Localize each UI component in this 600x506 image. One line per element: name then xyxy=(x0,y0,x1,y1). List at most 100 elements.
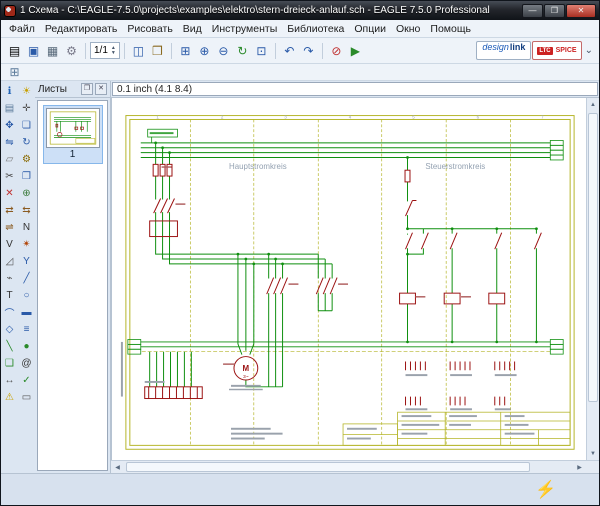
zoom-in-icon[interactable]: ⊕ xyxy=(195,41,214,60)
sheet-selector-spinner[interactable]: ▲ ▼ xyxy=(111,46,116,56)
wire-lines xyxy=(141,143,551,387)
stop-icon[interactable]: ⊘ xyxy=(327,41,346,60)
save-icon[interactable]: ▣ xyxy=(24,41,43,60)
circle-icon[interactable]: ○ xyxy=(19,288,35,303)
panel-close-icon[interactable]: ✕ xyxy=(95,83,107,95)
vertical-scroll-thumb[interactable] xyxy=(588,113,598,402)
menu-library[interactable]: Библиотека xyxy=(282,22,349,36)
menu-tools[interactable]: Инструменты xyxy=(207,22,282,36)
coordinate-display: 0.1 inch (4.1 8.4) xyxy=(117,84,192,95)
maximize-button[interactable]: ❐ xyxy=(544,4,565,18)
zoom-redraw-icon[interactable]: ↻ xyxy=(233,41,252,60)
grid-dividers xyxy=(142,119,551,445)
vertical-scroll-track[interactable] xyxy=(587,111,599,447)
miter-icon[interactable]: ◿ xyxy=(2,254,18,269)
horizontal-scroll-track[interactable] xyxy=(124,461,573,473)
show-icon[interactable]: ☀ xyxy=(19,84,35,99)
status-bar: ⚡ xyxy=(1,473,599,505)
polygon-icon[interactable]: ◇ xyxy=(2,322,18,337)
eagle-window: 1 Схема - C:\EAGLE-7.5.0\projects\exampl… xyxy=(0,0,600,506)
smash-icon[interactable]: ✴ xyxy=(19,237,35,252)
toolbar-overflow-icon[interactable]: ⌄ xyxy=(583,45,595,56)
group-icon[interactable]: ▱ xyxy=(2,152,18,167)
vertical-scrollbar[interactable]: ▲ ▼ xyxy=(586,98,599,460)
menu-draw[interactable]: Рисовать xyxy=(122,22,177,36)
horizontal-scrollbar[interactable]: ◀ ▶ xyxy=(111,460,599,473)
info-icon[interactable]: ℹ xyxy=(2,84,18,99)
menu-edit[interactable]: Редактировать xyxy=(40,22,123,36)
sheet-selector[interactable]: 1/1 ▲ ▼ xyxy=(90,42,120,59)
mark-icon[interactable]: ✛ xyxy=(19,101,35,116)
control-circuit-label: Steuerstromkreis xyxy=(425,162,485,171)
print-icon[interactable]: ▦ xyxy=(43,41,62,60)
scroll-up-icon[interactable]: ▲ xyxy=(587,98,599,111)
grid-icon[interactable]: ⊞ xyxy=(5,63,24,82)
title-block xyxy=(343,412,570,445)
sheets-panel-header: Листы ❐ ✕ xyxy=(35,81,110,98)
run-icon[interactable]: ▶ xyxy=(346,41,365,60)
mirror-icon[interactable]: ⇋ xyxy=(2,135,18,150)
invoke-icon[interactable]: ⌁ xyxy=(2,271,18,286)
rect-icon[interactable]: ▬ xyxy=(19,305,35,320)
close-button[interactable]: ✕ xyxy=(566,4,596,18)
redo-icon[interactable]: ↷ xyxy=(299,41,318,60)
rotate-icon[interactable]: ↻ xyxy=(19,135,35,150)
schematic-drawing: 1 2 3 4 5 6 7 xyxy=(112,98,586,460)
ltc-spice-button[interactable]: LTC SPICE xyxy=(532,41,581,60)
command-line[interactable]: 0.1 inch (4.1 8.4) xyxy=(112,82,598,96)
display-icon[interactable]: ▤ xyxy=(2,101,18,116)
secondary-toolbar: ⊞ xyxy=(1,64,599,81)
menu-file[interactable]: Файл xyxy=(4,22,40,36)
minimize-button[interactable]: — xyxy=(522,4,543,18)
schematic-canvas[interactable]: 1 2 3 4 5 6 7 xyxy=(111,98,586,460)
net-icon[interactable]: ╲ xyxy=(2,339,18,354)
zoom-fit-icon[interactable]: ⊞ xyxy=(176,41,195,60)
errors-icon[interactable]: ⚠ xyxy=(2,390,18,405)
menu-view[interactable]: Вид xyxy=(178,22,207,36)
name-icon[interactable]: N xyxy=(19,220,35,235)
text-icon[interactable]: T xyxy=(2,288,18,303)
replace-icon[interactable]: ⇆ xyxy=(19,203,35,218)
move-icon[interactable]: ✥ xyxy=(2,118,18,133)
cam-icon[interactable]: ⚙ xyxy=(62,41,81,60)
toolbar-separator xyxy=(124,43,125,59)
switch-board-icon[interactable]: ◫ xyxy=(129,41,148,60)
horizontal-scroll-thumb[interactable] xyxy=(126,462,530,472)
use-library-icon[interactable]: ❒ xyxy=(148,41,167,60)
menu-bar: ФайлРедактироватьРисоватьВидИнструментыБ… xyxy=(1,20,599,38)
gateswap-icon[interactable]: ⇌ xyxy=(2,220,18,235)
menu-window[interactable]: Окно xyxy=(391,22,425,36)
menu-options[interactable]: Опции xyxy=(349,22,391,36)
change-icon[interactable]: ⚙ xyxy=(19,152,35,167)
open-icon[interactable]: ▤ xyxy=(5,41,24,60)
frame-icon[interactable]: ▭ xyxy=(19,390,35,405)
toolbar-separator xyxy=(171,43,172,59)
erc-icon[interactable]: ✓ xyxy=(19,373,35,388)
undo-icon[interactable]: ↶ xyxy=(280,41,299,60)
attribute-icon[interactable]: @ xyxy=(19,356,35,371)
spinner-down-icon[interactable]: ▼ xyxy=(111,51,116,56)
value-icon[interactable]: V xyxy=(2,237,18,252)
add-icon[interactable]: ⊕ xyxy=(19,186,35,201)
split-icon[interactable]: Y xyxy=(19,254,35,269)
design-link-button[interactable]: designlink xyxy=(476,41,531,60)
delete-icon[interactable]: ✕ xyxy=(2,186,18,201)
zoom-select-icon[interactable]: ⊡ xyxy=(252,41,271,60)
main-circuit-label: Hauptstromkreis xyxy=(229,162,287,171)
pinswap-icon[interactable]: ⇄ xyxy=(2,203,18,218)
sheet-thumbnail[interactable]: 1 xyxy=(43,105,103,164)
cut-icon[interactable]: ✂ xyxy=(2,169,18,184)
wire-icon[interactable]: ╱ xyxy=(19,271,35,286)
paste-icon[interactable]: ❐ xyxy=(19,169,35,184)
label-icon[interactable]: ❑ xyxy=(2,356,18,371)
copy-icon[interactable]: ❏ xyxy=(19,118,35,133)
sheets-list: 1 xyxy=(37,100,108,471)
scroll-down-icon[interactable]: ▼ xyxy=(587,447,599,460)
bus-icon[interactable]: ≡ xyxy=(19,322,35,337)
panel-float-icon[interactable]: ❐ xyxy=(81,83,93,95)
zoom-out-icon[interactable]: ⊖ xyxy=(214,41,233,60)
arc-icon[interactable]: ⌒ xyxy=(2,305,18,320)
dimension-icon[interactable]: ↔ xyxy=(2,373,18,388)
menu-help[interactable]: Помощь xyxy=(425,22,476,36)
junction-icon[interactable]: ● xyxy=(19,339,35,354)
